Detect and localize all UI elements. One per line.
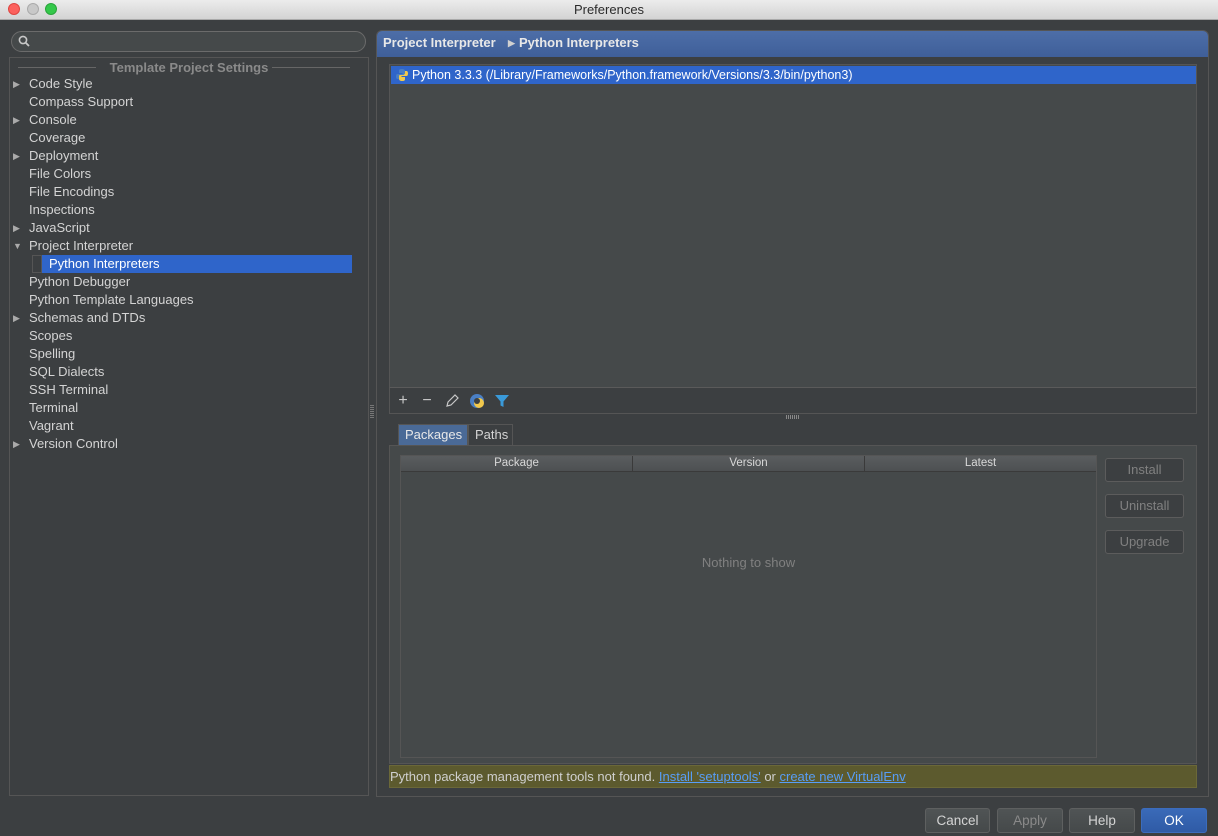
sidebar-item-python-interpreters[interactable]: Python Interpreters (10, 255, 368, 273)
sidebar-item-label: Schemas and DTDs (29, 310, 146, 325)
sidebar-item-ssh-terminal[interactable]: SSH Terminal (10, 381, 368, 399)
help-button[interactable]: Help (1069, 808, 1135, 833)
sidebar-item-file-encodings[interactable]: File Encodings (10, 183, 368, 201)
sidebar-item-project-interpreter[interactable]: ▼ Project Interpreter (10, 237, 368, 255)
notice-or: or (764, 769, 776, 784)
column-header-version[interactable]: Version (633, 456, 865, 471)
sidebar-item-label: Deployment (29, 148, 99, 163)
remove-icon[interactable]: − (418, 392, 436, 410)
expand-arrow-icon[interactable]: ▶ (13, 435, 23, 453)
sidebar-item-label: Spelling (29, 346, 76, 361)
sidebar-item-label: Python Template Languages (29, 292, 194, 307)
sidebar-item-schemas-and-dtds[interactable]: ▶ Schemas and DTDs (10, 309, 368, 327)
python-icon[interactable] (468, 392, 486, 410)
sidebar-item-label: SQL Dialects (29, 364, 105, 379)
sidebar-item-python-template-languages[interactable]: Python Template Languages (10, 291, 368, 309)
column-header-latest[interactable]: Latest (865, 456, 1096, 471)
notice-text: Python package management tools not foun… (390, 769, 656, 784)
table-header: Package Version Latest (401, 456, 1096, 472)
install-setuptools-link[interactable]: Install 'setuptools' (659, 769, 761, 784)
sidebar-item-label: Console (29, 112, 77, 127)
packages-table[interactable]: Package Version Latest Nothing to show (400, 455, 1097, 758)
expand-arrow-icon[interactable]: ▶ (13, 219, 23, 237)
sidebar-item-label: Vagrant (29, 418, 74, 433)
sidebar-item-label: File Encodings (29, 184, 115, 199)
empty-table-message: Nothing to show (701, 555, 796, 570)
python-icon (396, 69, 408, 81)
settings-content-panel: Project Interpreter ▶ Python Interpreter… (376, 30, 1209, 797)
sidebar-item-label: Python Debugger (29, 274, 131, 289)
filter-icon[interactable] (493, 392, 511, 410)
setup-notice: Python package management tools not foun… (389, 765, 1197, 788)
minimize-window-button[interactable] (27, 3, 39, 15)
interpreter-label: Python 3.3.3 (/Library/Frameworks/Python… (412, 68, 853, 82)
expand-arrow-icon[interactable]: ▶ (13, 111, 23, 129)
sidebar-item-vagrant[interactable]: Vagrant (10, 417, 368, 435)
sidebar-item-console[interactable]: ▶ Console (10, 111, 368, 129)
sidebar-item-javascript[interactable]: ▶ JavaScript (10, 219, 368, 237)
install-button[interactable]: Install (1105, 458, 1184, 482)
sidebar-item-coverage[interactable]: Coverage (10, 129, 368, 147)
interpreter-row[interactable]: Python 3.3.3 (/Library/Frameworks/Python… (391, 66, 1196, 84)
breadcrumb-item: Python Interpreters (519, 35, 639, 50)
settings-search-input[interactable] (11, 31, 366, 52)
interpreter-toolbar: + − (389, 387, 1197, 414)
sidebar-item-label: File Colors (29, 166, 92, 181)
breadcrumb-item[interactable]: Project Interpreter (383, 31, 496, 55)
sidebar-item-python-debugger[interactable]: Python Debugger (10, 273, 368, 291)
group-header: Template Project Settings (10, 60, 368, 76)
close-window-button[interactable] (8, 3, 20, 15)
uninstall-button[interactable]: Uninstall (1105, 494, 1184, 518)
sidebar-item-deployment[interactable]: ▶ Deployment (10, 147, 368, 165)
sidebar-item-sql-dialects[interactable]: SQL Dialects (10, 363, 368, 381)
sidebar-item-label: Terminal (29, 400, 79, 415)
apply-button[interactable]: Apply (997, 808, 1063, 833)
sidebar-item-version-control[interactable]: ▶ Version Control (10, 435, 368, 453)
sidebar-item-terminal[interactable]: Terminal (10, 399, 368, 417)
create-virtualenv-link[interactable]: create new VirtualEnv (780, 769, 906, 784)
expand-arrow-icon[interactable]: ▶ (13, 75, 23, 93)
resize-handle[interactable] (786, 415, 800, 419)
expand-arrow-icon[interactable]: ▶ (13, 309, 23, 327)
edit-icon[interactable] (443, 392, 461, 410)
sidebar-item-inspections[interactable]: Inspections (10, 201, 368, 219)
sidebar-item-file-colors[interactable]: File Colors (10, 165, 368, 183)
search-icon (18, 35, 30, 47)
sidebar-item-spelling[interactable]: Spelling (10, 345, 368, 363)
sidebar-item-scopes[interactable]: Scopes (10, 327, 368, 345)
sidebar-item-code-style[interactable]: ▶ Code Style (10, 75, 368, 93)
sidebar-item-label: Project Interpreter (29, 238, 134, 253)
title-bar: Preferences (0, 0, 1218, 20)
breadcrumb: Project Interpreter ▶ Python Interpreter… (377, 31, 1208, 57)
add-icon[interactable]: + (394, 392, 412, 410)
tab-paths[interactable]: Paths (468, 424, 513, 445)
collapse-arrow-icon[interactable]: ▼ (13, 237, 23, 255)
sidebar-item-label: Python Interpreters (49, 256, 160, 271)
cancel-button[interactable]: Cancel (925, 808, 990, 833)
expand-arrow-icon[interactable]: ▶ (13, 147, 23, 165)
sidebar-item-label: Code Style (29, 76, 93, 91)
sidebar-item-compass-support[interactable]: Compass Support (10, 93, 368, 111)
sidebar-item-label: Inspections (29, 202, 95, 217)
window-title: Preferences (573, 2, 645, 17)
ok-button[interactable]: OK (1141, 808, 1207, 833)
sidebar-item-label: SSH Terminal (29, 382, 109, 397)
panel-splitter-handle[interactable] (370, 405, 374, 419)
sidebar-item-label: Coverage (29, 130, 86, 145)
tab-packages[interactable]: Packages (398, 424, 468, 445)
upgrade-button[interactable]: Upgrade (1105, 530, 1184, 554)
column-header-package[interactable]: Package (401, 456, 633, 471)
settings-tree: Template Project Settings ▶ Code Style C… (9, 57, 369, 796)
sidebar-item-label: Version Control (29, 436, 118, 451)
sidebar-item-label: Scopes (29, 328, 73, 343)
zoom-window-button[interactable] (45, 3, 57, 15)
sidebar-item-label: Compass Support (29, 94, 134, 109)
breadcrumb-separator-icon: ▶ (508, 38, 515, 48)
packages-pane: Package Version Latest Nothing to show I… (389, 445, 1197, 764)
interpreter-list[interactable]: Python 3.3.3 (/Library/Frameworks/Python… (389, 64, 1197, 414)
sidebar-item-label: JavaScript (29, 220, 90, 235)
